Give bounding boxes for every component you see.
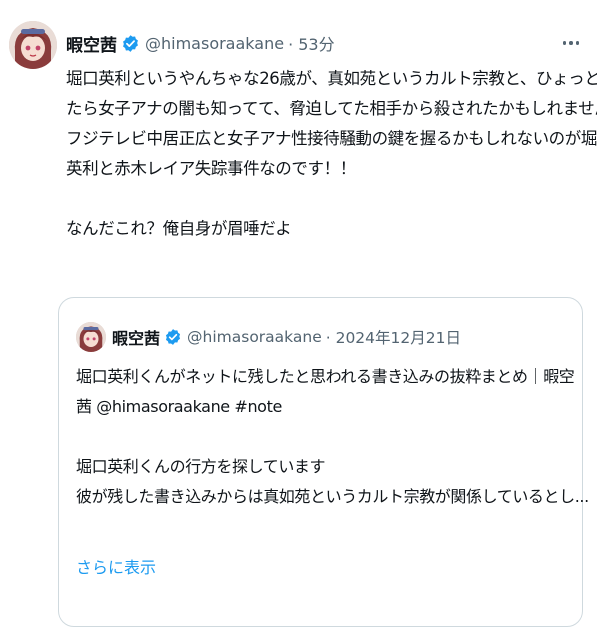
verified-badge-icon: [165, 329, 181, 345]
tweet-text-line: 英利と赤木レイア失踪事件なのです！！: [66, 159, 356, 178]
avatar[interactable]: [9, 21, 57, 69]
tweet-text-line: 堀口英利というやんちゃな26歳が、真如苑というカルト宗教と、ひょっとし: [66, 69, 597, 88]
quoted-handle: @himasoraakane: [187, 328, 322, 346]
quoted-display-name: 暇空茜: [112, 329, 161, 348]
show-more-link[interactable]: さらに表示: [76, 554, 156, 578]
tweet: 暇空茜 @himasoraakane · 53分 堀口英利というやんちゃな26歳…: [0, 0, 597, 627]
tweet-header: 暇空茜 @himasoraakane · 53分: [66, 30, 335, 56]
quoted-header: 暇空茜 @himasoraakane · 2024年12月21日: [112, 325, 461, 349]
quoted-tweet[interactable]: 暇空茜 @himasoraakane · 2024年12月21日 堀口英利くんが…: [58, 297, 589, 627]
timestamp[interactable]: · 53分: [288, 31, 335, 55]
quoted-avatar-illustration: [76, 322, 106, 352]
verified-badge-icon: [123, 34, 138, 52]
avatar-illustration: [9, 21, 57, 69]
handle[interactable]: @himasoraakane: [145, 34, 284, 53]
display-name[interactable]: 暇空茜: [66, 31, 117, 56]
quoted-text-line: 堀口英利くんがネットに残したと思われる書き込みの抜粋まとめ｜暇空: [76, 367, 575, 386]
more-options-icon[interactable]: [559, 33, 583, 53]
quoted-text-line: 彼が残した書き込みからは真如苑というカルト宗教が関係しているとし...: [76, 487, 589, 506]
tweet-text-line: たら女子アナの闇も知ってて、脅迫してた相手から殺されたかもしれません: [66, 99, 597, 118]
tweet-text: 堀口英利というやんちゃな26歳が、真如苑というカルト宗教と、ひょっとし たら女子…: [66, 64, 597, 244]
quoted-timestamp: · 2024年12月21日: [325, 329, 461, 347]
quoted-text: 堀口英利くんがネットに残したと思われる書き込みの抜粋まとめ｜暇空 茜 @hima…: [76, 362, 589, 512]
tweet-text-line: なんだこれ？俺自身が眉唾だよ: [66, 219, 292, 238]
tweet-text-line: フジテレビ中居正広と女子アナ性接待騒動の鍵を握るかもしれないのが堀口: [66, 129, 597, 148]
quoted-avatar: [76, 322, 106, 352]
quoted-text-line: 堀口英利くんの行方を探しています: [76, 457, 326, 476]
quoted-text-line: 茜 @himasoraakane #note: [76, 397, 282, 416]
